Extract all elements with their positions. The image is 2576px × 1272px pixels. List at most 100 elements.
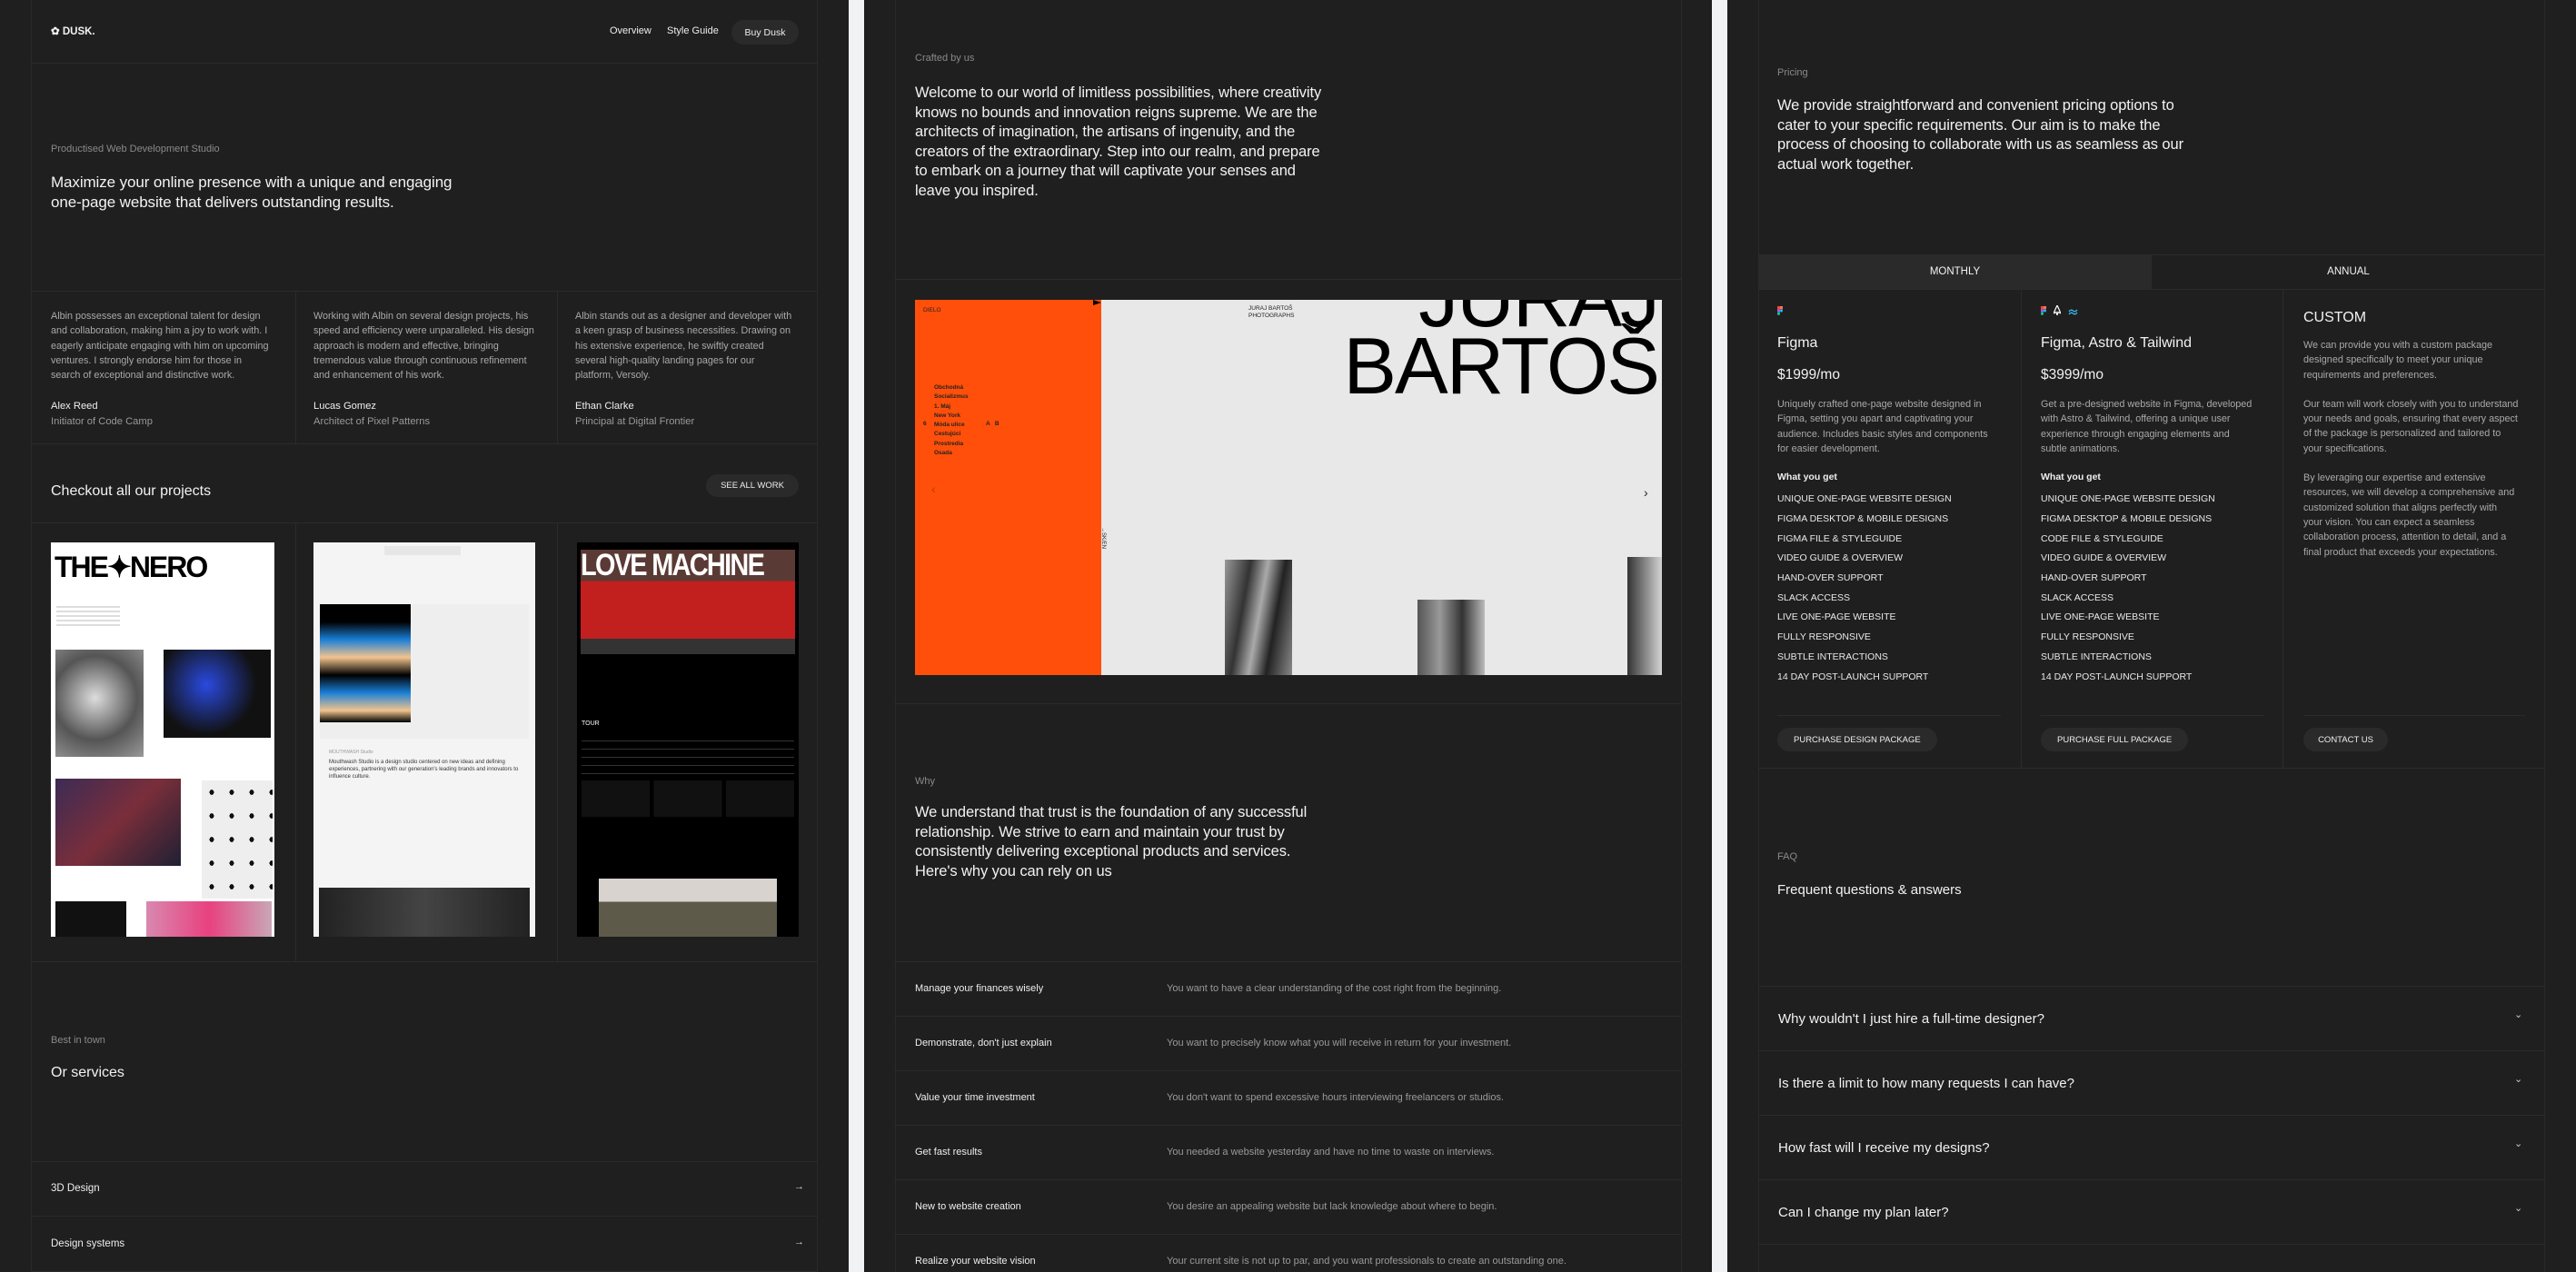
faq-item[interactable]: How fast will I receive my designs? ⌄ [1727, 1116, 2576, 1180]
custom-paragraph: We can provide you with a custom package… [2303, 338, 2518, 383]
testimonial-line: tremendous value through continuous refi… [313, 354, 527, 366]
description-line: Uniquely crafted one-page website design… [1777, 399, 1982, 410]
why-eyebrow: Why [915, 776, 935, 787]
paragraph-line: leave you inspired. [915, 182, 1039, 199]
astro-icon [2052, 303, 2063, 320]
why-row: Value your time investment You don't want… [864, 1070, 1712, 1125]
prev-arrow-icon[interactable]: ‹ [931, 482, 936, 496]
plan-name: Figma [1777, 335, 1818, 351]
why-row-text: You want to precisely know what you will… [1167, 1038, 1512, 1048]
showcase-title: JURAJ BARTOŠ [1343, 300, 1660, 411]
why-row: New to website creation You desire an app… [864, 1179, 1712, 1234]
feature-list: UNIQUE ONE-PAGE WEBSITE DESIGN FIGMA DESK… [1777, 490, 2014, 687]
description-line: We can provide you with a custom package [2303, 340, 2493, 351]
description-line: experience through engaging elements and [2041, 428, 2230, 440]
why-paragraph: We understand that trust is the foundati… [915, 803, 1307, 881]
testimonial-line: speed and efficiency were unparalleled. … [313, 325, 534, 337]
showcase-menu-item[interactable]: Obchodná [934, 383, 969, 393]
pricing-eyebrow: Pricing [1777, 67, 1808, 78]
feature-item: 14 DAY POST-LAUNCH SUPPORT [2041, 671, 2193, 682]
divider [895, 1234, 1682, 1235]
service-row[interactable]: Design systems → [31, 1217, 818, 1272]
project-card-love-machine[interactable]: LOVE MACHINE TOUR [577, 542, 799, 937]
divider [895, 1179, 1682, 1180]
faq-question: Is there a limit to how many requests I … [1778, 1076, 2074, 1091]
next-arrow-icon[interactable]: › [1644, 485, 1648, 500]
headline-line: one-page website that delivers outstandi… [51, 194, 394, 211]
showcase-menu-item[interactable]: Socializmus [934, 393, 969, 402]
description-line: audience. Includes basic styles and comp… [1777, 428, 1988, 440]
paragraph-line: actual work together. [1777, 155, 1915, 173]
description-line: your needs and goals, ensuring that ever… [2303, 413, 2518, 425]
logo[interactable]: ✿ DUSK. [51, 25, 95, 37]
purchase-button[interactable]: PURCHASE FULL PACKAGE [2041, 728, 2189, 751]
hero-headline: Maximize your online presence with a uni… [51, 173, 453, 213]
testimonial-name: Lucas Gomez [313, 401, 377, 412]
showcase-menu-item[interactable]: 1. Máj [934, 402, 969, 412]
project-card-mouthwash[interactable]: MOUTHWASH Studio Mouthwash Studio is a d… [313, 542, 535, 937]
testimonial-line: and enhancement of his work. [313, 370, 445, 382]
what-you-get-label: What you get [2041, 472, 2101, 483]
crafted-eyebrow: Crafted by us [915, 53, 975, 64]
why-row: Get fast results You needed a website yes… [864, 1125, 1712, 1179]
buy-dusk-button[interactable]: Buy Dusk [731, 20, 799, 45]
plan-price: $3999/mo [2041, 367, 2104, 383]
feature-item: CODE FILE & STYLEGUIDE [2041, 532, 2163, 544]
feature-item: UNIQUE ONE-PAGE WEBSITE DESIGN [2041, 493, 2215, 505]
showcase-menu-item[interactable]: Cestujúci [934, 430, 969, 439]
image [202, 780, 273, 899]
showcase-sidebar [915, 300, 1101, 675]
tab-annual[interactable]: ANNUAL [2152, 254, 2545, 289]
testimonial-line: his extensive experience, he swiftly cre… [575, 340, 764, 352]
image [55, 650, 144, 757]
testimonial-line: Working with Albin on several design pro… [313, 311, 529, 322]
divider [895, 1070, 1682, 1071]
testimonial-line: Albin stands out as a designer and devel… [575, 311, 792, 322]
nav-style-guide[interactable]: Style Guide [667, 25, 719, 36]
description-line: Get a pre-designed website in Figma, dev… [2041, 399, 2253, 410]
service-row[interactable]: 3D Design → [31, 1161, 818, 1217]
why-row-text: You want to have a clear understanding o… [1167, 983, 1502, 994]
faq-question: How fast will I receive my designs? [1778, 1140, 1990, 1156]
showcase-menu-item[interactable]: Prostredia [934, 440, 969, 449]
showcase-menu-item[interactable]: New York [934, 412, 969, 421]
showcase-menu-item[interactable]: Osada [934, 449, 969, 458]
project-card-the-nero[interactable]: THE✦NERO [51, 542, 274, 937]
why-row-text: You don't want to spend excessive hours … [1167, 1092, 1505, 1103]
language-toggle[interactable]: →SK/EN [1100, 527, 1106, 549]
chevron-down-icon[interactable]: ⌄ [2514, 1202, 2522, 1214]
feature-item: 14 DAY POST-LAUNCH SUPPORT [1777, 671, 1929, 682]
chevron-down-icon[interactable]: ⌄ [2514, 1009, 2522, 1020]
feature-item: LIVE ONE-PAGE WEBSITE [1777, 611, 1896, 623]
testimonial-name: Ethan Clarke [575, 401, 634, 412]
see-all-work-button[interactable]: SEE ALL WORK [706, 474, 799, 497]
chevron-down-icon[interactable]: ⌄ [2514, 1138, 2522, 1149]
faq-item[interactable]: Is there a limit to how many requests I … [1727, 1051, 2576, 1116]
photo [1225, 560, 1292, 675]
contact-us-button[interactable]: CONTACT US [2303, 728, 2388, 751]
showcase-juraj-bartos[interactable]: DIELO Obchodná Socializmus 1. Máj New York M… [915, 300, 1662, 675]
faq-item[interactable]: Can I change my plan later? ⌄ [1727, 1180, 2576, 1245]
testimonial-card: Albin possesses an exceptional talent fo… [51, 309, 287, 429]
plan-name: Figma, Astro & Tailwind [2041, 335, 2192, 351]
services-title: Or services [51, 1065, 124, 1080]
tab-monthly[interactable]: MONTHLY [1758, 254, 2152, 289]
paragraph-line: consistently delivering exceptional prod… [915, 843, 1291, 860]
nav-overview[interactable]: Overview [610, 25, 651, 36]
description-line: final product that exceeds your expectat… [2303, 546, 2498, 558]
description-line: with Astro & Tailwind, offering a unique… [2041, 413, 2231, 425]
testimonial-role: Architect of Pixel Patterns [313, 415, 431, 427]
paragraph-line: We provide straightforward and convenien… [1777, 97, 2174, 114]
plan-icons [1777, 305, 2014, 318]
feature-item: UNIQUE ONE-PAGE WEBSITE DESIGN [1777, 493, 1952, 505]
faq-question: Why wouldn't I just hire a full-time des… [1778, 1011, 2044, 1027]
showcase-menu-item[interactable]: Móda ulice [934, 421, 969, 430]
description-line: collaboration process, attention to deta… [2303, 532, 2507, 543]
chevron-down-icon[interactable]: ⌄ [2514, 1073, 2522, 1085]
faq-item[interactable]: Why wouldn't I just hire a full-time des… [1727, 987, 2576, 1051]
why-row-title: Realize your website vision [915, 1256, 1036, 1267]
photo [1627, 557, 1662, 675]
paragraph-line: relationship. We strive to earn and main… [915, 823, 1285, 840]
testimonial-card: Working with Albin on several design pro… [313, 309, 550, 429]
purchase-button[interactable]: PURCHASE DESIGN PACKAGE [1777, 728, 1937, 751]
